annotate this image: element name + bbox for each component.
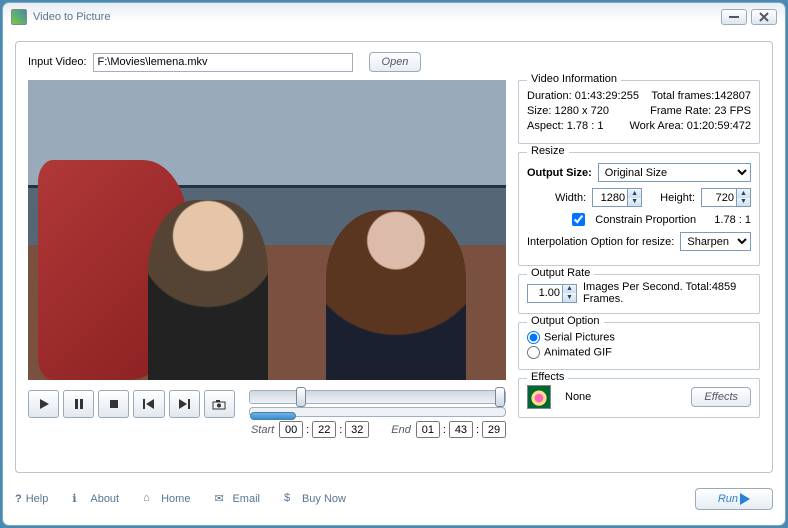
height-spinner[interactable]: ▲▼: [701, 188, 751, 207]
input-video-field[interactable]: [93, 53, 353, 72]
resize-group: Resize Output Size: Original Size Width:…: [518, 152, 760, 266]
effects-legend: Effects: [527, 371, 568, 383]
open-button[interactable]: Open: [369, 52, 422, 72]
output-rate-group: Output Rate ▲▼ Images Per Second. Total:…: [518, 274, 760, 314]
run-button[interactable]: Run: [695, 488, 773, 510]
rate-spinner[interactable]: ▲▼: [527, 284, 577, 303]
home-icon: ⌂: [143, 492, 157, 506]
video-preview: [28, 80, 506, 380]
end-s[interactable]: [482, 421, 506, 438]
minimize-button[interactable]: [721, 9, 747, 25]
range-end-thumb[interactable]: [495, 387, 505, 407]
effect-preview-icon: [527, 385, 551, 409]
start-h[interactable]: [279, 421, 303, 438]
next-button[interactable]: [169, 390, 200, 418]
end-label: End: [389, 424, 413, 436]
app-icon: [11, 9, 27, 25]
play-button[interactable]: [28, 390, 59, 418]
end-h[interactable]: [416, 421, 440, 438]
content-panel: Input Video: Open: [15, 41, 773, 473]
close-button[interactable]: [751, 9, 777, 25]
effects-group: Effects None Effects: [518, 378, 760, 418]
start-s[interactable]: [345, 421, 369, 438]
output-option-legend: Output Option: [527, 315, 604, 327]
mail-icon: ✉: [214, 492, 228, 506]
end-m[interactable]: [449, 421, 473, 438]
width-spinner[interactable]: ▲▼: [592, 188, 642, 207]
interp-select[interactable]: Sharpen: [680, 232, 751, 251]
interp-label: Interpolation Option for resize:: [527, 236, 674, 248]
stop-button[interactable]: [98, 390, 129, 418]
titlebar: Video to Picture: [3, 3, 785, 31]
effects-button[interactable]: Effects: [691, 387, 751, 407]
snapshot-button[interactable]: [204, 390, 235, 418]
output-size-label: Output Size:: [527, 167, 592, 179]
app-window: Video to Picture Input Video: Open: [3, 3, 785, 525]
window-title: Video to Picture: [33, 11, 110, 23]
about-link[interactable]: ℹAbout: [72, 492, 119, 506]
start-label: Start: [249, 424, 276, 436]
serial-radio[interactable]: [527, 331, 540, 344]
email-link[interactable]: ✉Email: [214, 492, 260, 506]
position-slider[interactable]: [249, 390, 506, 404]
video-info-group: Video Information Duration: 01:43:29:255…: [518, 80, 760, 144]
output-rate-legend: Output Rate: [527, 267, 594, 279]
buy-link[interactable]: $Buy Now: [284, 492, 346, 506]
input-video-label: Input Video:: [28, 56, 87, 68]
prev-button[interactable]: [133, 390, 164, 418]
range-start-thumb[interactable]: [296, 387, 306, 407]
output-option-group: Output Option Serial Pictures Animated G…: [518, 322, 760, 370]
footer-bar: ?Help ℹAbout ⌂Home ✉Email $Buy Now Run: [15, 481, 773, 517]
home-link[interactable]: ⌂Home: [143, 492, 190, 506]
start-m[interactable]: [312, 421, 336, 438]
resize-legend: Resize: [527, 145, 569, 157]
cart-icon: $: [284, 492, 298, 506]
pause-button[interactable]: [63, 390, 94, 418]
video-info-legend: Video Information: [527, 73, 621, 85]
gif-radio[interactable]: [527, 346, 540, 359]
effect-name: None: [565, 391, 591, 403]
output-size-select[interactable]: Original Size: [598, 163, 751, 182]
progress-bar: [250, 412, 296, 420]
help-link[interactable]: ?Help: [15, 493, 48, 505]
constrain-checkbox[interactable]: [572, 213, 585, 226]
info-icon: ℹ: [72, 492, 86, 506]
